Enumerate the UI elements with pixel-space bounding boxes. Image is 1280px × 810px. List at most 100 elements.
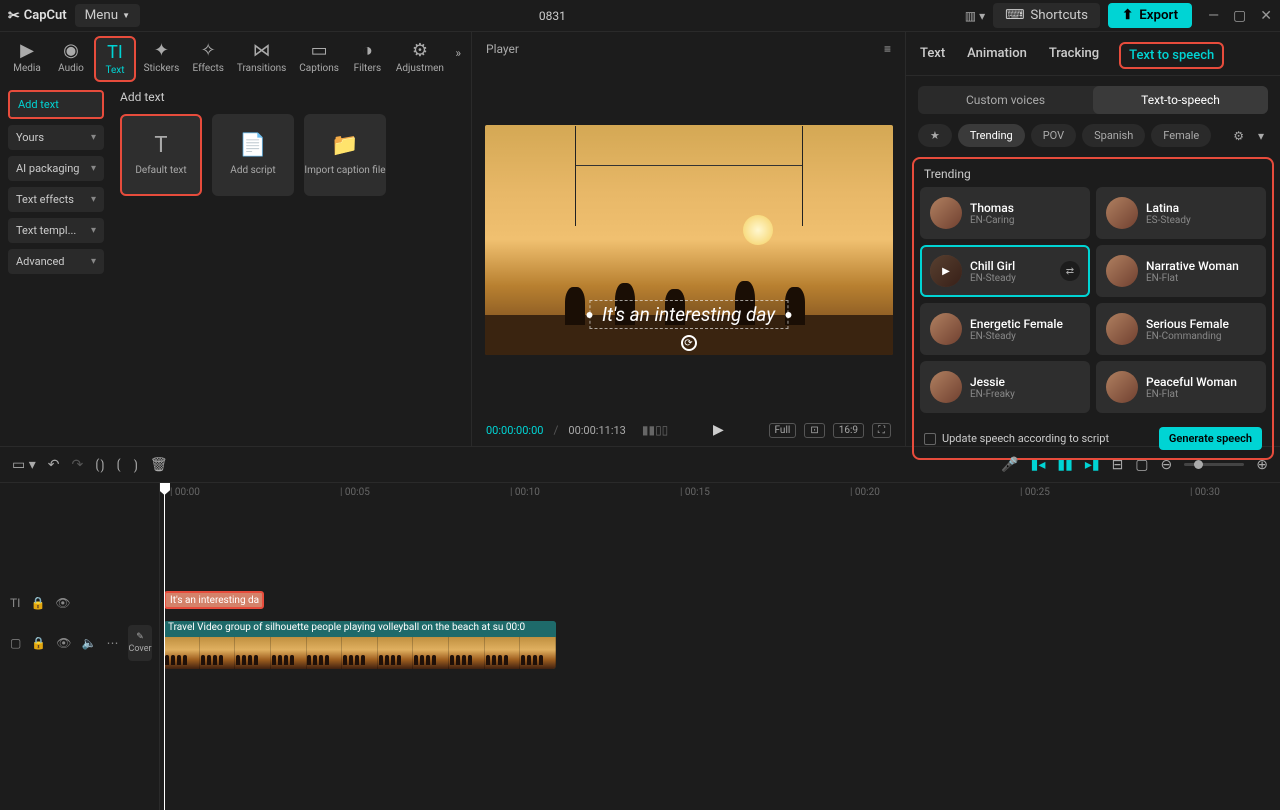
voice-card-jessie[interactable]: JessieEN-Freaky: [920, 361, 1090, 413]
voice-card-serious-female[interactable]: Serious FemaleEN-Commanding: [1096, 303, 1266, 355]
top-tab-audio[interactable]: ◉Audio: [50, 36, 92, 78]
rp-tab-text[interactable]: Text: [918, 42, 947, 69]
player-badge[interactable]: 16:9: [833, 423, 864, 438]
captions-icon: ▭: [311, 40, 328, 61]
maximize-icon[interactable]: ▢: [1233, 8, 1246, 24]
stickers-icon: ✦: [154, 40, 169, 61]
filter-chip-spanish[interactable]: Spanish: [1082, 124, 1145, 147]
rotate-handle-icon[interactable]: ⟳: [681, 335, 697, 351]
rp-tab-text-to-speech[interactable]: Text to speech: [1119, 42, 1224, 69]
trim-right-icon[interactable]: ⟯: [133, 457, 138, 473]
chevron-down-icon: ▾: [91, 194, 96, 205]
player-badge[interactable]: ⊡: [804, 423, 824, 438]
redo-icon[interactable]: ↷: [71, 457, 83, 473]
side-item-text-effects[interactable]: Text effects▾: [8, 187, 104, 212]
top-tab-transitions[interactable]: ⋈Transitions: [231, 36, 291, 78]
card-default-text[interactable]: TDefault text: [120, 114, 202, 196]
more-tabs-icon[interactable]: »: [451, 36, 465, 70]
voice-settings-icon[interactable]: ⇄: [1060, 261, 1080, 281]
lock-icon[interactable]: 🔒: [30, 596, 45, 610]
voice-toggle-custom-voices[interactable]: Custom voices: [918, 86, 1093, 114]
rp-tab-tracking[interactable]: Tracking: [1047, 42, 1101, 69]
text-overlay[interactable]: It's an interesting day: [589, 300, 788, 329]
lock-icon[interactable]: 🔒: [31, 636, 46, 650]
avatar: [930, 255, 962, 287]
play-button[interactable]: ▶: [713, 422, 724, 438]
voice-card-latina[interactable]: LatinaES-Steady: [1096, 187, 1266, 239]
voice-card-chill-girl[interactable]: Chill GirlEN-Steady ⇄: [920, 245, 1090, 297]
trim-left-icon[interactable]: ⟮: [117, 457, 122, 473]
text-track-head[interactable]: TI 🔒 👁: [0, 591, 159, 615]
filter-chip-star[interactable]: ★: [918, 124, 952, 147]
time-duration: 00:00:11:13: [568, 424, 625, 437]
top-tab-filters[interactable]: ◑Filters: [346, 36, 388, 78]
split-icon[interactable]: ⟮⟯: [95, 457, 104, 473]
side-item-add-text[interactable]: Add text: [8, 90, 104, 119]
video-track-head[interactable]: ▢ 🔒 👁 🔈 ⋯ ✎ Cover: [0, 615, 159, 671]
layout-icon[interactable]: ▥ ▾: [965, 9, 985, 23]
filter-chip-female[interactable]: Female: [1151, 124, 1211, 147]
export-button[interactable]: ⬆Export: [1108, 3, 1192, 28]
card-icon: 📄: [239, 133, 266, 158]
menu-button[interactable]: Menu▼: [75, 4, 140, 27]
voice-toggle-text-to-speech[interactable]: Text-to-speech: [1093, 86, 1268, 114]
side-item-text-templ-[interactable]: Text templ...▾: [8, 218, 104, 243]
chevron-down-icon: ▾: [91, 256, 96, 267]
top-tab-stickers[interactable]: ✦Stickers: [138, 36, 185, 78]
side-item-ai-packaging[interactable]: AI packaging▾: [8, 156, 104, 181]
delete-icon[interactable]: 🗑: [150, 457, 168, 473]
preview-icon[interactable]: ⊟: [1112, 457, 1124, 473]
snap-icon[interactable]: ▸▮: [1085, 457, 1100, 473]
avatar: [1106, 371, 1138, 403]
text-track-icon: TI: [10, 596, 20, 610]
filter-chip-pov[interactable]: POV: [1031, 124, 1076, 147]
link-icon[interactable]: ▮▮: [1057, 457, 1072, 473]
update-speech-checkbox[interactable]: Update speech according to script: [924, 432, 1109, 445]
filter-chip-trending[interactable]: Trending: [958, 124, 1025, 147]
video-preview[interactable]: It's an interesting day ⟳: [485, 125, 893, 355]
eye-icon[interactable]: 👁: [55, 596, 70, 610]
card-import-caption-file[interactable]: 📁Import caption file: [304, 114, 386, 196]
more-icon[interactable]: ⋯: [106, 636, 118, 650]
voice-card-energetic-female[interactable]: Energetic FemaleEN-Steady: [920, 303, 1090, 355]
top-tab-effects[interactable]: ✧Effects: [187, 36, 230, 78]
voices-section-title: Trending: [924, 167, 1262, 181]
top-tab-text[interactable]: TIText: [94, 36, 136, 82]
zoom-slider[interactable]: [1184, 463, 1244, 466]
mute-icon[interactable]: 🔈: [82, 636, 97, 650]
rp-tab-animation[interactable]: Animation: [965, 42, 1029, 69]
card-add-script[interactable]: 📄Add script: [212, 114, 294, 196]
undo-icon[interactable]: ↶: [48, 457, 60, 473]
mic-icon[interactable]: 🎤: [1001, 457, 1018, 473]
marker-icon[interactable]: ▢: [1135, 457, 1148, 473]
filter-settings-icon[interactable]: ⚙: [1229, 125, 1248, 147]
eye-icon[interactable]: 👁: [56, 636, 71, 650]
volume-bars-icon[interactable]: ▮▮▯▯: [642, 423, 668, 437]
magnet-icon[interactable]: ▮◂: [1031, 457, 1046, 473]
top-tab-captions[interactable]: ▭Captions: [294, 36, 345, 78]
voice-card-narrative-woman[interactable]: Narrative WomanEN-Flat: [1096, 245, 1266, 297]
player-menu-icon[interactable]: ≡: [884, 42, 891, 56]
avatar: [930, 197, 962, 229]
side-item-yours[interactable]: Yours▾: [8, 125, 104, 150]
select-tool-icon[interactable]: ▭ ▾: [12, 457, 36, 473]
minimize-icon[interactable]: —: [1208, 8, 1219, 24]
player-badge[interactable]: Full: [769, 423, 797, 438]
text-clip[interactable]: It's an interesting da: [164, 591, 264, 609]
player-badge[interactable]: ⛶: [872, 423, 891, 438]
side-item-advanced[interactable]: Advanced▾: [8, 249, 104, 274]
video-track-icon: ▢: [10, 636, 21, 650]
cover-button[interactable]: ✎ Cover: [128, 625, 151, 661]
filter-dropdown-icon[interactable]: ▾: [1254, 125, 1268, 147]
shortcuts-button[interactable]: ⌨Shortcuts: [993, 3, 1100, 28]
voice-card-thomas[interactable]: ThomasEN-Caring: [920, 187, 1090, 239]
top-tab-media[interactable]: ▶Media: [6, 36, 48, 78]
close-icon[interactable]: ✕: [1260, 8, 1272, 24]
voice-card-peaceful-woman[interactable]: Peaceful WomanEN-Flat: [1096, 361, 1266, 413]
playhead[interactable]: [164, 483, 165, 810]
zoom-in-icon[interactable]: ⊕: [1256, 457, 1268, 473]
zoom-out-icon[interactable]: ⊖: [1161, 457, 1173, 473]
top-tab-adjustmen[interactable]: ⚙Adjustmen: [390, 36, 449, 78]
video-clip[interactable]: Travel Video group of silhouette people …: [164, 621, 556, 669]
chevron-down-icon: ▾: [91, 225, 96, 236]
